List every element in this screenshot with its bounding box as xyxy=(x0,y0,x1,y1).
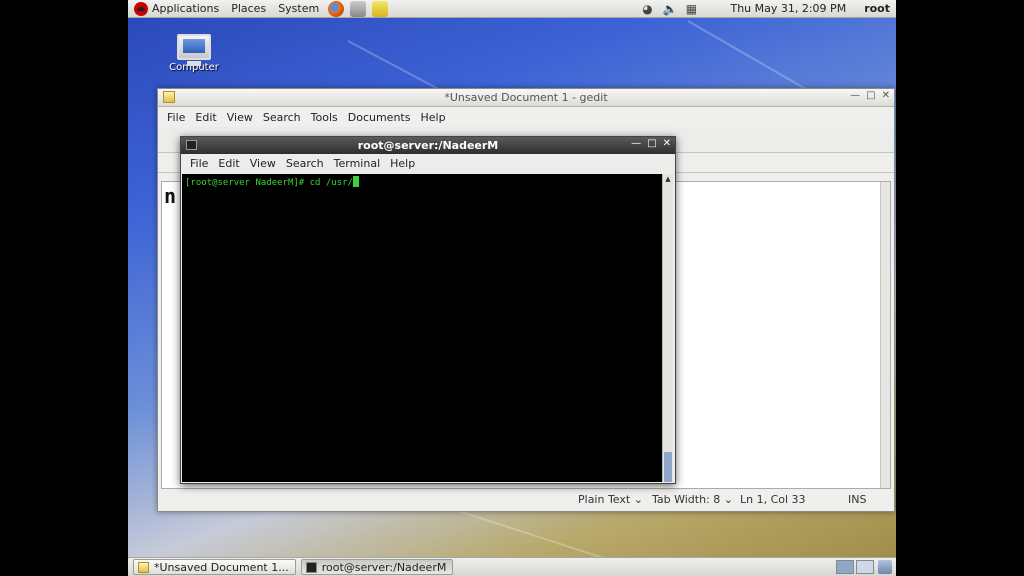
applications-menu-label: Applications xyxy=(152,2,220,15)
terminal-scrollbar[interactable]: ▲ xyxy=(662,174,673,482)
terminal-titlebar[interactable]: root@server:/NadeerM — □ ✕ xyxy=(181,137,675,154)
workspace-switcher xyxy=(836,560,874,574)
trash-icon[interactable] xyxy=(878,560,892,574)
cursor-position: Ln 1, Col 33 xyxy=(740,493,806,506)
places-menu[interactable]: Places xyxy=(225,0,272,18)
chevron-down-icon: ⌄ xyxy=(633,493,643,506)
terminal-window: root@server:/NadeerM — □ ✕ File Edit Vie… xyxy=(180,136,676,484)
taskbar-item-terminal[interactable]: root@server:/NadeerM xyxy=(300,559,454,575)
scroll-up-icon[interactable]: ▲ xyxy=(664,175,672,183)
terminal-app-icon xyxy=(186,140,197,150)
gedit-app-icon xyxy=(138,561,149,573)
gedit-app-icon xyxy=(163,91,175,103)
terminal-menubar: File Edit View Search Terminal Help xyxy=(181,154,675,173)
gedit-title: *Unsaved Document 1 - gedit xyxy=(444,91,608,104)
gedit-menu-edit[interactable]: Edit xyxy=(190,111,221,124)
bottom-taskbar: *Unsaved Document 1... root@server:/Nade… xyxy=(128,557,896,576)
gedit-statusbar: Plain Text ⌄ Tab Width: 8 ⌄ Ln 1, Col 33… xyxy=(158,489,894,511)
desktop-icon-computer[interactable]: Computer xyxy=(164,34,224,73)
clock[interactable]: Thu May 31, 2:09 PM xyxy=(724,0,852,18)
maximize-icon[interactable]: □ xyxy=(866,90,875,101)
terminal-command-line: [root@server NadeerM]# cd /usr/ xyxy=(185,176,359,188)
terminal-title: root@server:/NadeerM xyxy=(357,139,499,152)
gedit-menu-view[interactable]: View xyxy=(222,111,258,124)
terminal-app-icon xyxy=(305,561,317,573)
taskbar-item-label: *Unsaved Document 1... xyxy=(154,560,289,574)
terminal-command: cd /usr/ xyxy=(309,178,353,188)
terminal-menu-view[interactable]: View xyxy=(245,157,281,170)
firefox-launcher-icon[interactable] xyxy=(328,0,345,17)
volume-icon[interactable]: 🔈 xyxy=(662,2,677,16)
computer-icon xyxy=(177,34,211,66)
redhat-logo-icon xyxy=(134,1,148,16)
maximize-icon[interactable]: □ xyxy=(647,138,656,149)
top-panel: Applications Places System ◕ 🔈 ▦ Thu May… xyxy=(128,0,896,18)
workspace-2[interactable] xyxy=(856,560,874,574)
minimize-icon[interactable]: — xyxy=(850,90,860,101)
gedit-titlebar[interactable]: *Unsaved Document 1 - gedit — □ ✕ xyxy=(158,89,894,107)
scrollbar-thumb[interactable] xyxy=(664,452,672,482)
insert-mode: INS xyxy=(848,493,867,506)
terminal-prompt: [root@server NadeerM]# xyxy=(185,178,310,188)
terminal-menu-search[interactable]: Search xyxy=(281,157,329,170)
taskbar-item-gedit[interactable]: *Unsaved Document 1... xyxy=(133,559,296,575)
network-icon[interactable]: ▦ xyxy=(684,2,698,16)
taskbar-item-label: root@server:/NadeerM xyxy=(321,560,447,574)
mail-launcher-icon[interactable] xyxy=(350,0,367,17)
tab-width-selector[interactable]: Tab Width: 8 ⌄ xyxy=(652,493,733,506)
system-menu[interactable]: System xyxy=(272,0,325,18)
gedit-menu-file[interactable]: File xyxy=(162,111,190,124)
close-icon[interactable]: ✕ xyxy=(882,90,890,101)
terminal-menu-terminal[interactable]: Terminal xyxy=(329,157,386,170)
terminal-menu-help[interactable]: Help xyxy=(385,157,420,170)
desktop-screen: Applications Places System ◕ 🔈 ▦ Thu May… xyxy=(128,0,896,576)
text-cursor xyxy=(352,176,359,187)
tab-width-label: Tab Width: 8 xyxy=(652,493,721,506)
gedit-menubar: File Edit View Search Tools Documents He… xyxy=(158,107,894,127)
terminal-menu-file[interactable]: File xyxy=(185,157,213,170)
applications-menu[interactable]: Applications xyxy=(128,0,225,18)
terminal-output[interactable]: [root@server NadeerM]# cd /usr/ xyxy=(182,174,662,482)
system-tray: ◕ 🔈 ▦ Thu May 31, 2:09 PM root xyxy=(636,0,896,18)
update-icon[interactable]: ◕ xyxy=(640,2,654,16)
editor-text: n xyxy=(164,184,177,208)
gedit-menu-documents[interactable]: Documents xyxy=(343,111,416,124)
language-selector[interactable]: Plain Text ⌄ xyxy=(578,493,643,506)
language-label: Plain Text xyxy=(578,493,631,506)
terminal-menu-edit[interactable]: Edit xyxy=(213,157,244,170)
gedit-scrollbar[interactable] xyxy=(880,182,890,488)
minimize-icon[interactable]: — xyxy=(631,138,641,149)
gedit-menu-tools[interactable]: Tools xyxy=(306,111,343,124)
user-menu[interactable]: root xyxy=(858,0,896,18)
workspace-1[interactable] xyxy=(836,560,854,574)
notes-launcher-icon[interactable] xyxy=(372,0,389,17)
close-icon[interactable]: ✕ xyxy=(663,138,671,149)
gedit-menu-search[interactable]: Search xyxy=(258,111,306,124)
gedit-menu-help[interactable]: Help xyxy=(415,111,450,124)
chevron-down-icon: ⌄ xyxy=(723,493,733,506)
